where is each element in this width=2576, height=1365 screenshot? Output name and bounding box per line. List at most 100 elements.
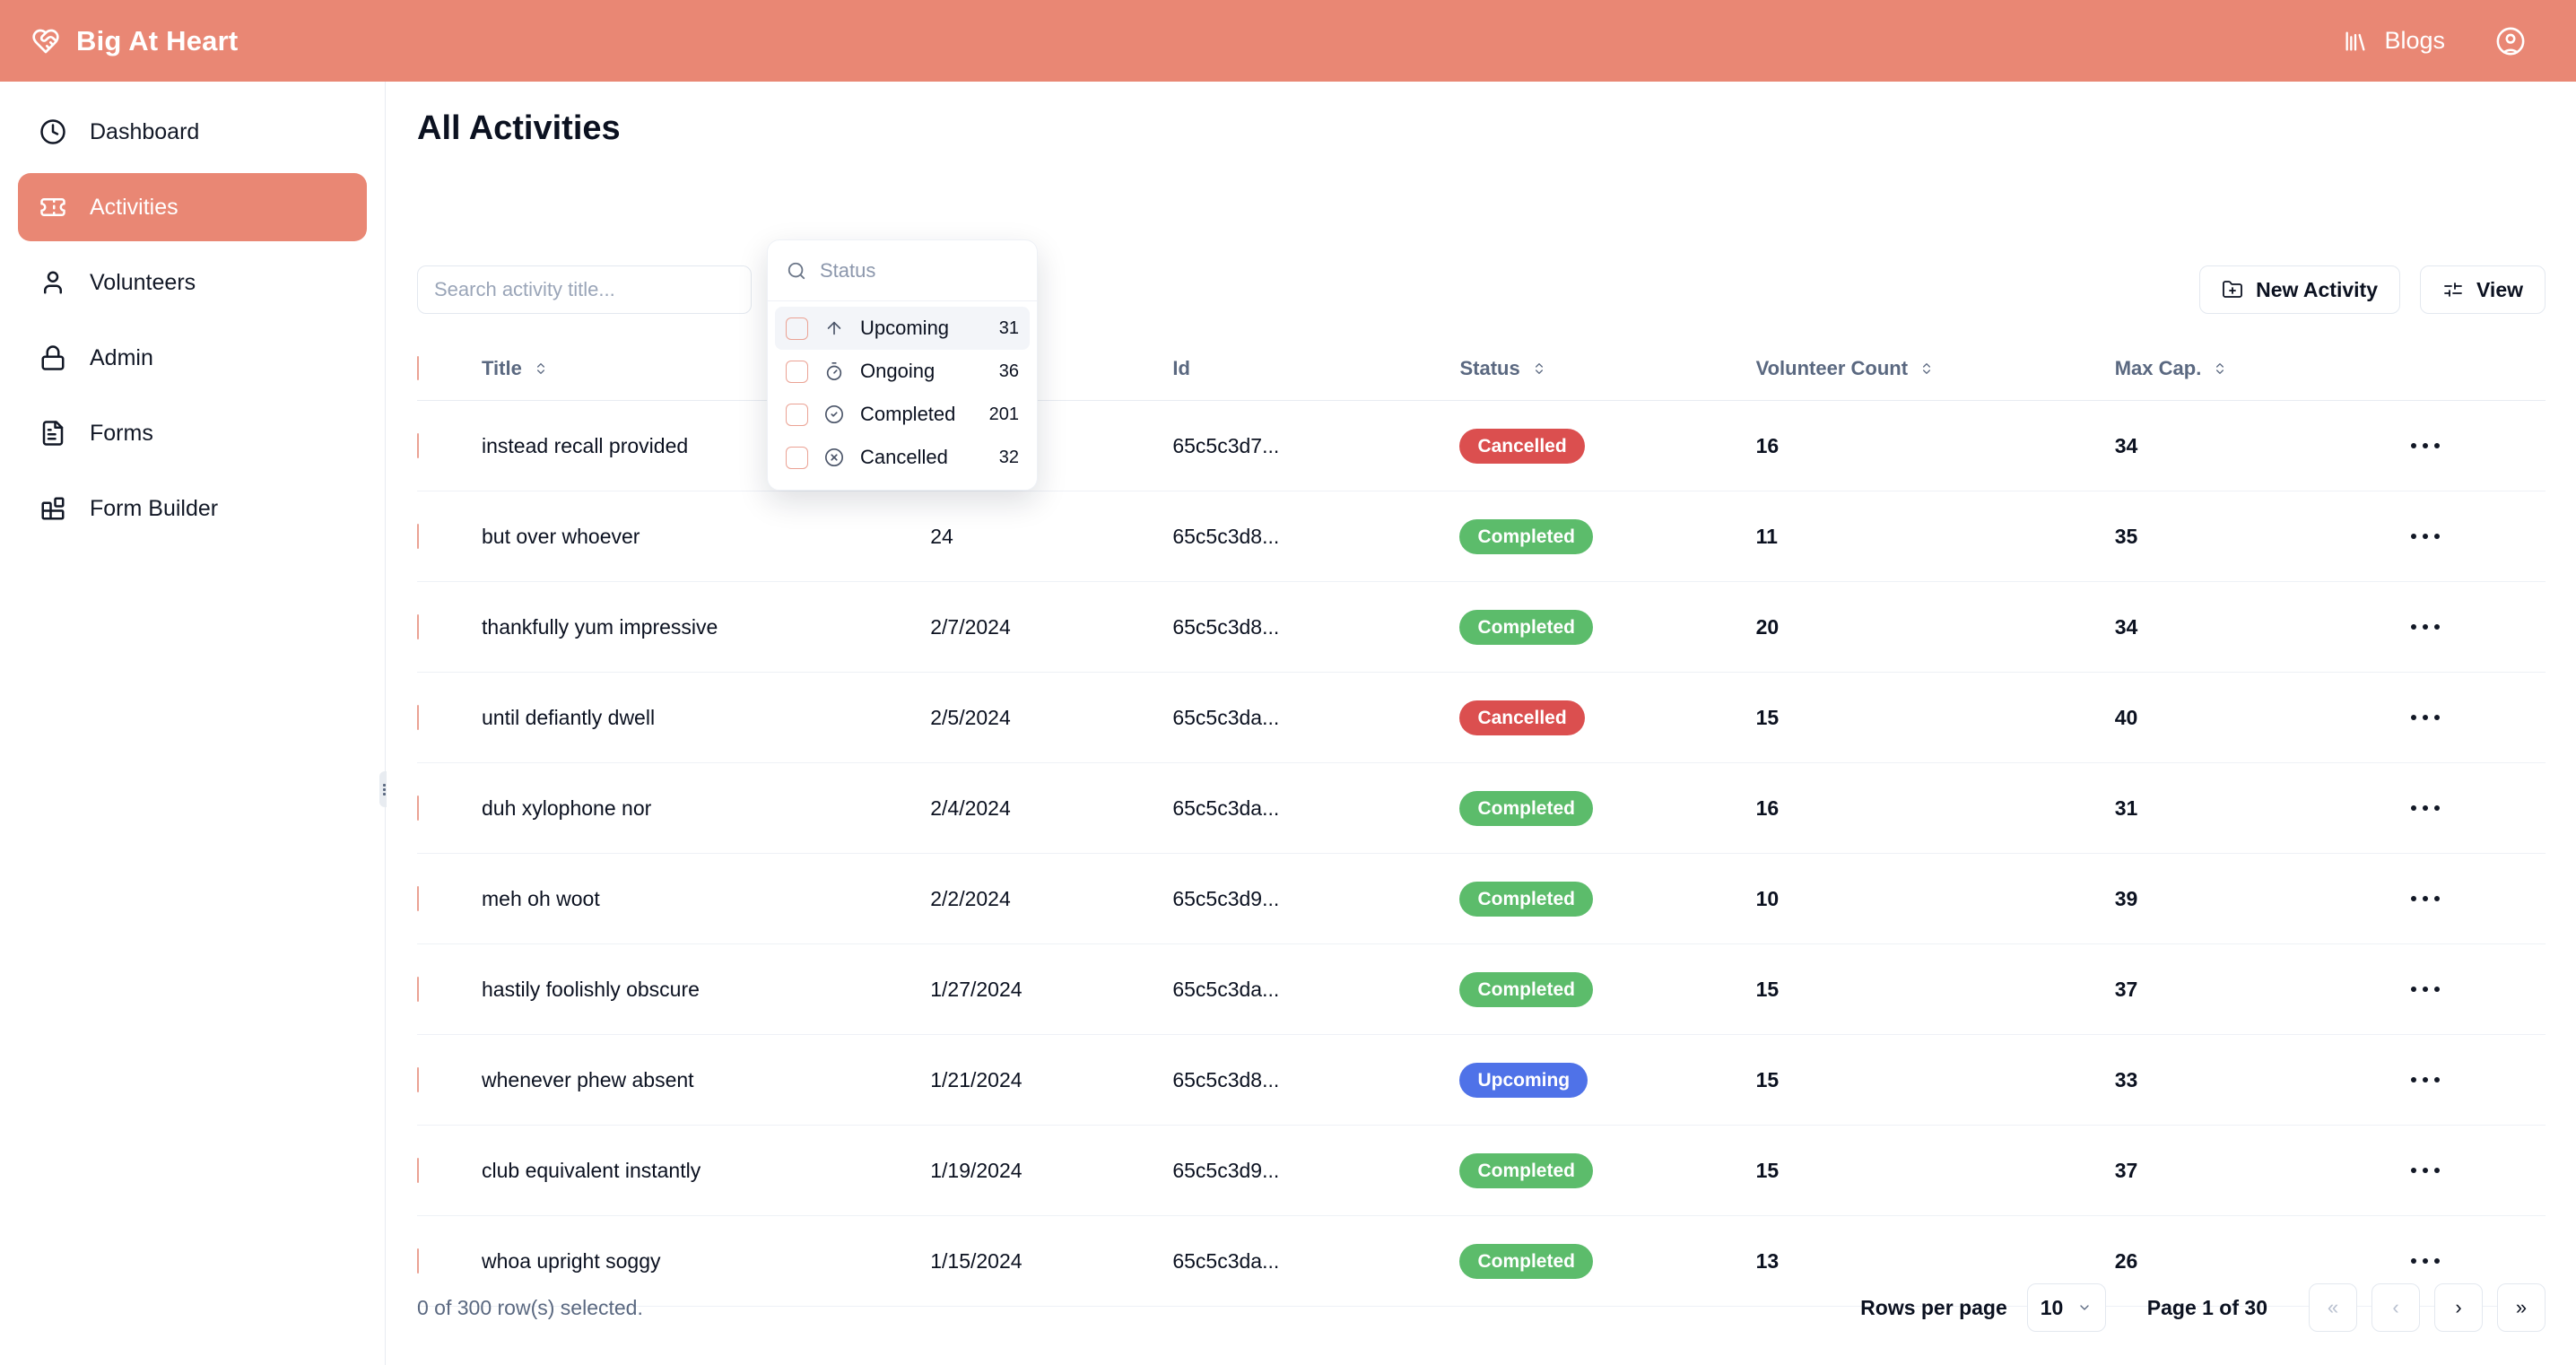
user-circle-icon[interactable] (2495, 26, 2526, 57)
popover-option-cancelled[interactable]: Cancelled 32 (775, 436, 1030, 479)
row-actions-menu-button[interactable] (2402, 790, 2449, 826)
cell-status: Cancelled (1459, 672, 1756, 763)
search-input[interactable] (434, 278, 735, 301)
row-checkbox[interactable] (417, 523, 419, 549)
cell-date: 2/4/2024 (930, 762, 1173, 854)
cell-status: Completed (1459, 762, 1756, 854)
table-row[interactable]: instead recall provided2465c5c3d7...Canc… (417, 400, 2546, 491)
row-select-cell (417, 762, 483, 854)
cell-id: 65c5c3d8... (1172, 1034, 1460, 1126)
first-page-button[interactable]: « (2309, 1283, 2357, 1332)
row-actions-menu-button[interactable] (2402, 881, 2449, 917)
cell-id: 65c5c3d9... (1172, 853, 1460, 944)
sidebar-item-volunteers[interactable]: Volunteers (18, 248, 367, 317)
cell-volunteer-count: 20 (1755, 581, 2115, 673)
option-checkbox[interactable] (786, 360, 808, 383)
column-header-volunteer-count[interactable]: Volunteer Count (1755, 337, 2115, 401)
row-checkbox[interactable] (417, 1066, 419, 1092)
sidebar-item-forms[interactable]: Forms (18, 399, 367, 467)
table-row[interactable]: whenever phew absent 1/21/2024 65c5c3d8...… (417, 1034, 2546, 1126)
row-select-cell (417, 491, 483, 582)
sidebar-item-activities[interactable]: Activities (18, 173, 367, 241)
page-title: All Activities (417, 109, 621, 147)
search-activity-box[interactable] (417, 265, 752, 314)
popover-option-upcoming[interactable]: Upcoming 31 (775, 307, 1030, 350)
sidebar-item-label: Form Builder (90, 495, 219, 521)
sort-icon (533, 361, 549, 377)
row-actions-menu-button[interactable] (2402, 1062, 2449, 1098)
row-checkbox[interactable] (417, 1248, 419, 1274)
sidebar-item-form-builder[interactable]: Form Builder (18, 474, 367, 543)
sidebar-item-dashboard[interactable]: Dashboard (18, 98, 367, 166)
previous-page-button[interactable]: ‹ (2371, 1283, 2420, 1332)
column-header-max-cap[interactable]: Max Cap. (2114, 337, 2402, 401)
table-row[interactable]: but over whoever 24 65c5c3d8... Completed 11… (417, 491, 2546, 582)
table-row[interactable]: duh xylophone nor 2/4/2024 65c5c3da... Comp… (417, 762, 2546, 854)
sidebar-item-admin[interactable]: Admin (18, 324, 367, 392)
option-checkbox[interactable] (786, 403, 808, 426)
rows-per-page-select[interactable]: 10 (2026, 1283, 2106, 1332)
popover-option-completed[interactable]: Completed 201 (775, 393, 1030, 436)
cell-title: but over whoever (482, 491, 931, 582)
cell-actions (2401, 400, 2546, 491)
column-header-id[interactable]: Id (1172, 337, 1460, 401)
status-badge: Completed (1459, 518, 1593, 554)
select-all-checkbox[interactable] (417, 356, 419, 380)
table-row[interactable]: hastily foolishly obscure 1/27/2024 65c5c3… (417, 943, 2546, 1035)
cell-status: Completed (1459, 581, 1756, 673)
pagination-controls: Rows per page 10 Page 1 of 30 « ‹ › » (1860, 1283, 2546, 1332)
row-actions-menu-button[interactable] (2402, 518, 2449, 554)
cell-actions (2401, 943, 2546, 1035)
popover-search-input[interactable] (820, 258, 1019, 283)
cell-actions (2401, 1034, 2546, 1126)
cell-id: 65c5c3da... (1172, 943, 1460, 1035)
rows-selected-label: 0 of 300 row(s) selected. (417, 1295, 643, 1319)
row-select-cell (417, 400, 483, 491)
view-options-button[interactable]: View (2420, 265, 2546, 314)
activities-table: Title Date (417, 337, 2546, 1307)
row-actions-menu-button[interactable] (2402, 1243, 2449, 1279)
row-actions-menu-button[interactable] (2402, 700, 2449, 735)
next-page-button[interactable]: › (2434, 1283, 2483, 1332)
row-actions-menu-button[interactable] (2402, 609, 2449, 645)
row-actions-menu-button[interactable] (2402, 428, 2449, 464)
table-row[interactable]: thankfully yum impressive 2/7/2024 65c5c3d… (417, 581, 2546, 673)
row-checkbox[interactable] (417, 613, 419, 639)
option-checkbox[interactable] (786, 446, 808, 469)
option-checkbox[interactable] (786, 317, 808, 340)
row-checkbox[interactable] (417, 885, 419, 911)
search-icon (786, 260, 807, 282)
view-label: View (2476, 277, 2523, 301)
blogs-link[interactable]: Blogs (2340, 26, 2445, 57)
row-checkbox[interactable] (417, 432, 419, 458)
table-row[interactable]: meh oh woot 2/2/2024 65c5c3d9... Completed 1… (417, 853, 2546, 944)
column-header-status[interactable]: Status (1459, 337, 1756, 401)
row-checkbox[interactable] (417, 795, 419, 821)
option-label: Completed (860, 403, 956, 425)
popover-option-list: Upcoming 31 Ongoing 36 Completed 201 Cancelled… (768, 301, 1037, 490)
sidebar-item-label: Admin (90, 344, 153, 370)
brand[interactable]: Big At Heart (30, 25, 238, 57)
row-actions-menu-button[interactable] (2402, 971, 2449, 1007)
row-select-cell (417, 1034, 483, 1126)
table-row[interactable]: until defiantly dwell 2/5/2024 65c5c3da...… (417, 672, 2546, 763)
sidebar-item-label: Dashboard (90, 118, 200, 144)
row-actions-menu-button[interactable] (2402, 1152, 2449, 1188)
row-checkbox[interactable] (417, 1157, 419, 1183)
sidebar-item-label: Forms (90, 420, 153, 446)
row-checkbox[interactable] (417, 704, 419, 730)
new-activity-button[interactable]: New Activity (2199, 265, 2400, 314)
popover-search-row[interactable] (768, 240, 1037, 301)
arrow-up-icon (822, 317, 846, 340)
row-checkbox[interactable] (417, 976, 419, 1002)
last-page-button[interactable]: » (2497, 1283, 2546, 1332)
select-all-header (417, 337, 483, 401)
sidebar: Dashboard Activities Volunteers Admin Fo… (0, 82, 386, 1365)
popover-option-ongoing[interactable]: Ongoing 36 (775, 350, 1030, 393)
cell-actions (2401, 672, 2546, 763)
column-label: Max Cap. (2114, 357, 2202, 379)
cell-max-cap: 37 (2114, 1125, 2402, 1216)
cell-volunteer-count: 16 (1755, 400, 2115, 491)
heart-handshake-icon (30, 26, 61, 57)
table-row[interactable]: club equivalent instantly 1/19/2024 65c5c3… (417, 1125, 2546, 1216)
